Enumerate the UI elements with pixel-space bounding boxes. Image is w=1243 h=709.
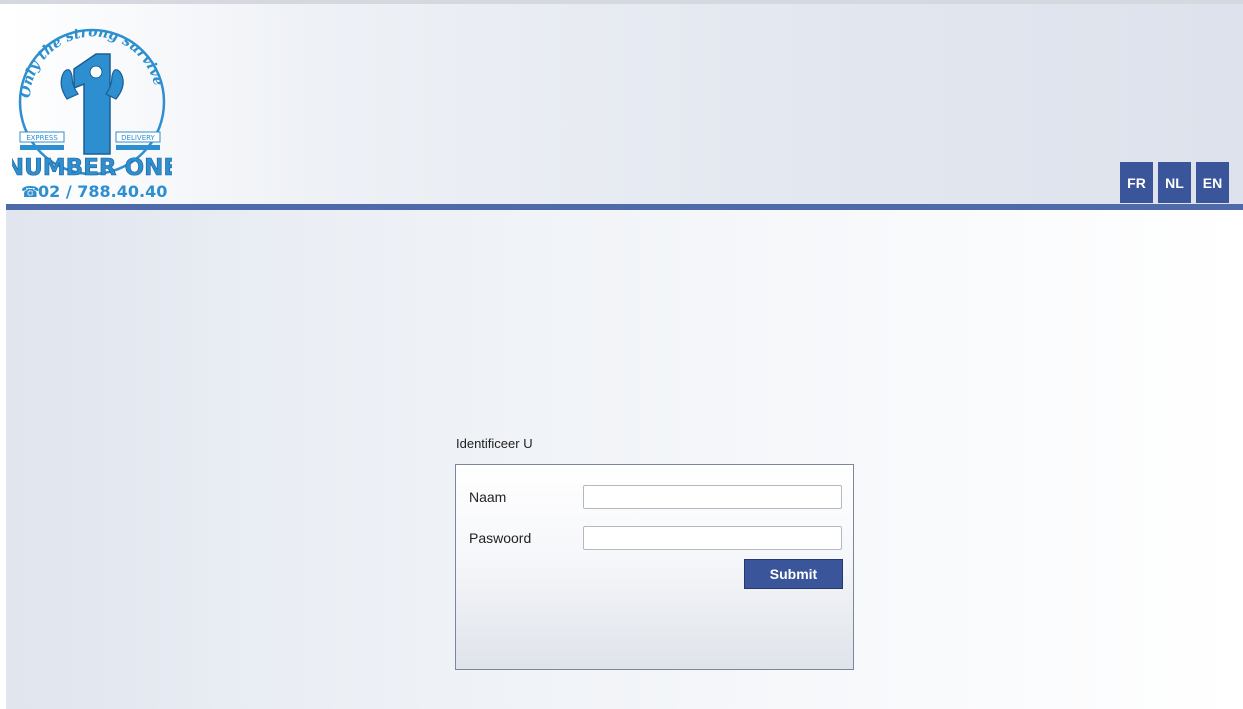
logo-express-tag: EXPRESS [26,134,58,142]
number-one-logo: Only the strong survive ! EXPRESS DELIVE… [5,2,180,204]
password-label: Paswoord [469,530,532,546]
submit-button[interactable]: Submit [744,559,843,589]
login-title: Identificeer U [456,436,533,451]
login-form: Naam Paswoord Submit [455,464,854,670]
name-input[interactable] [583,485,842,509]
name-label: Naam [469,489,507,505]
logo-brand: NUMBER ONE [12,155,172,181]
lang-fr-button[interactable]: FR [1120,162,1153,203]
header: Only the strong survive ! EXPRESS DELIVE… [5,2,1243,204]
password-input[interactable] [583,526,842,550]
lang-nl-button[interactable]: NL [1158,162,1191,203]
logo-delivery-tag: DELIVERY [121,134,155,142]
lang-en-button[interactable]: EN [1196,162,1229,203]
logo-phone: 02 / 788.40.40 [38,182,167,201]
phone-icon: ☎ [21,183,40,201]
language-selector: FR NL EN [1120,162,1229,203]
logo-graphic: Only the strong survive ! EXPRESS DELIVE… [5,2,180,201]
